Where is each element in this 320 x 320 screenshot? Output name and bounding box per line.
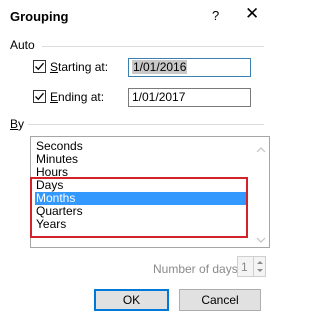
ok-button[interactable]: OK <box>94 289 169 311</box>
by-separator <box>28 124 264 125</box>
auto-separator <box>42 46 264 47</box>
auto-group-label: Auto <box>10 38 35 52</box>
number-of-days-label: Number of days: <box>153 262 242 276</box>
scroll-up-arrow-icon[interactable] <box>256 143 266 153</box>
starting-at-input[interactable]: 1/01/2016 <box>128 58 251 77</box>
checkmark-icon <box>35 92 44 101</box>
ending-at-input[interactable]: 1/01/2017 <box>128 88 251 107</box>
help-button[interactable]: ? <box>212 8 219 23</box>
close-button[interactable]: ✕ <box>245 5 259 22</box>
number-of-days-spinner[interactable] <box>253 257 266 276</box>
ending-at-label: Ending at: <box>50 90 105 104</box>
ending-at-checkbox[interactable] <box>33 90 46 103</box>
starting-at-label: Starting at: <box>50 60 109 74</box>
by-group-label: By <box>10 117 25 131</box>
starting-at-value: 1/01/2016 <box>132 60 188 74</box>
spinner-arrows-icon <box>257 261 263 272</box>
cancel-button[interactable]: Cancel <box>179 289 261 311</box>
highlight-box <box>30 177 248 238</box>
close-icon: ✕ <box>245 4 260 23</box>
dialog-title: Grouping <box>10 9 69 24</box>
ending-at-value: 1/01/2017 <box>132 90 186 104</box>
scroll-down-arrow-icon[interactable] <box>256 233 266 243</box>
checkmark-icon <box>35 62 44 71</box>
starting-at-checkbox[interactable] <box>33 60 46 73</box>
